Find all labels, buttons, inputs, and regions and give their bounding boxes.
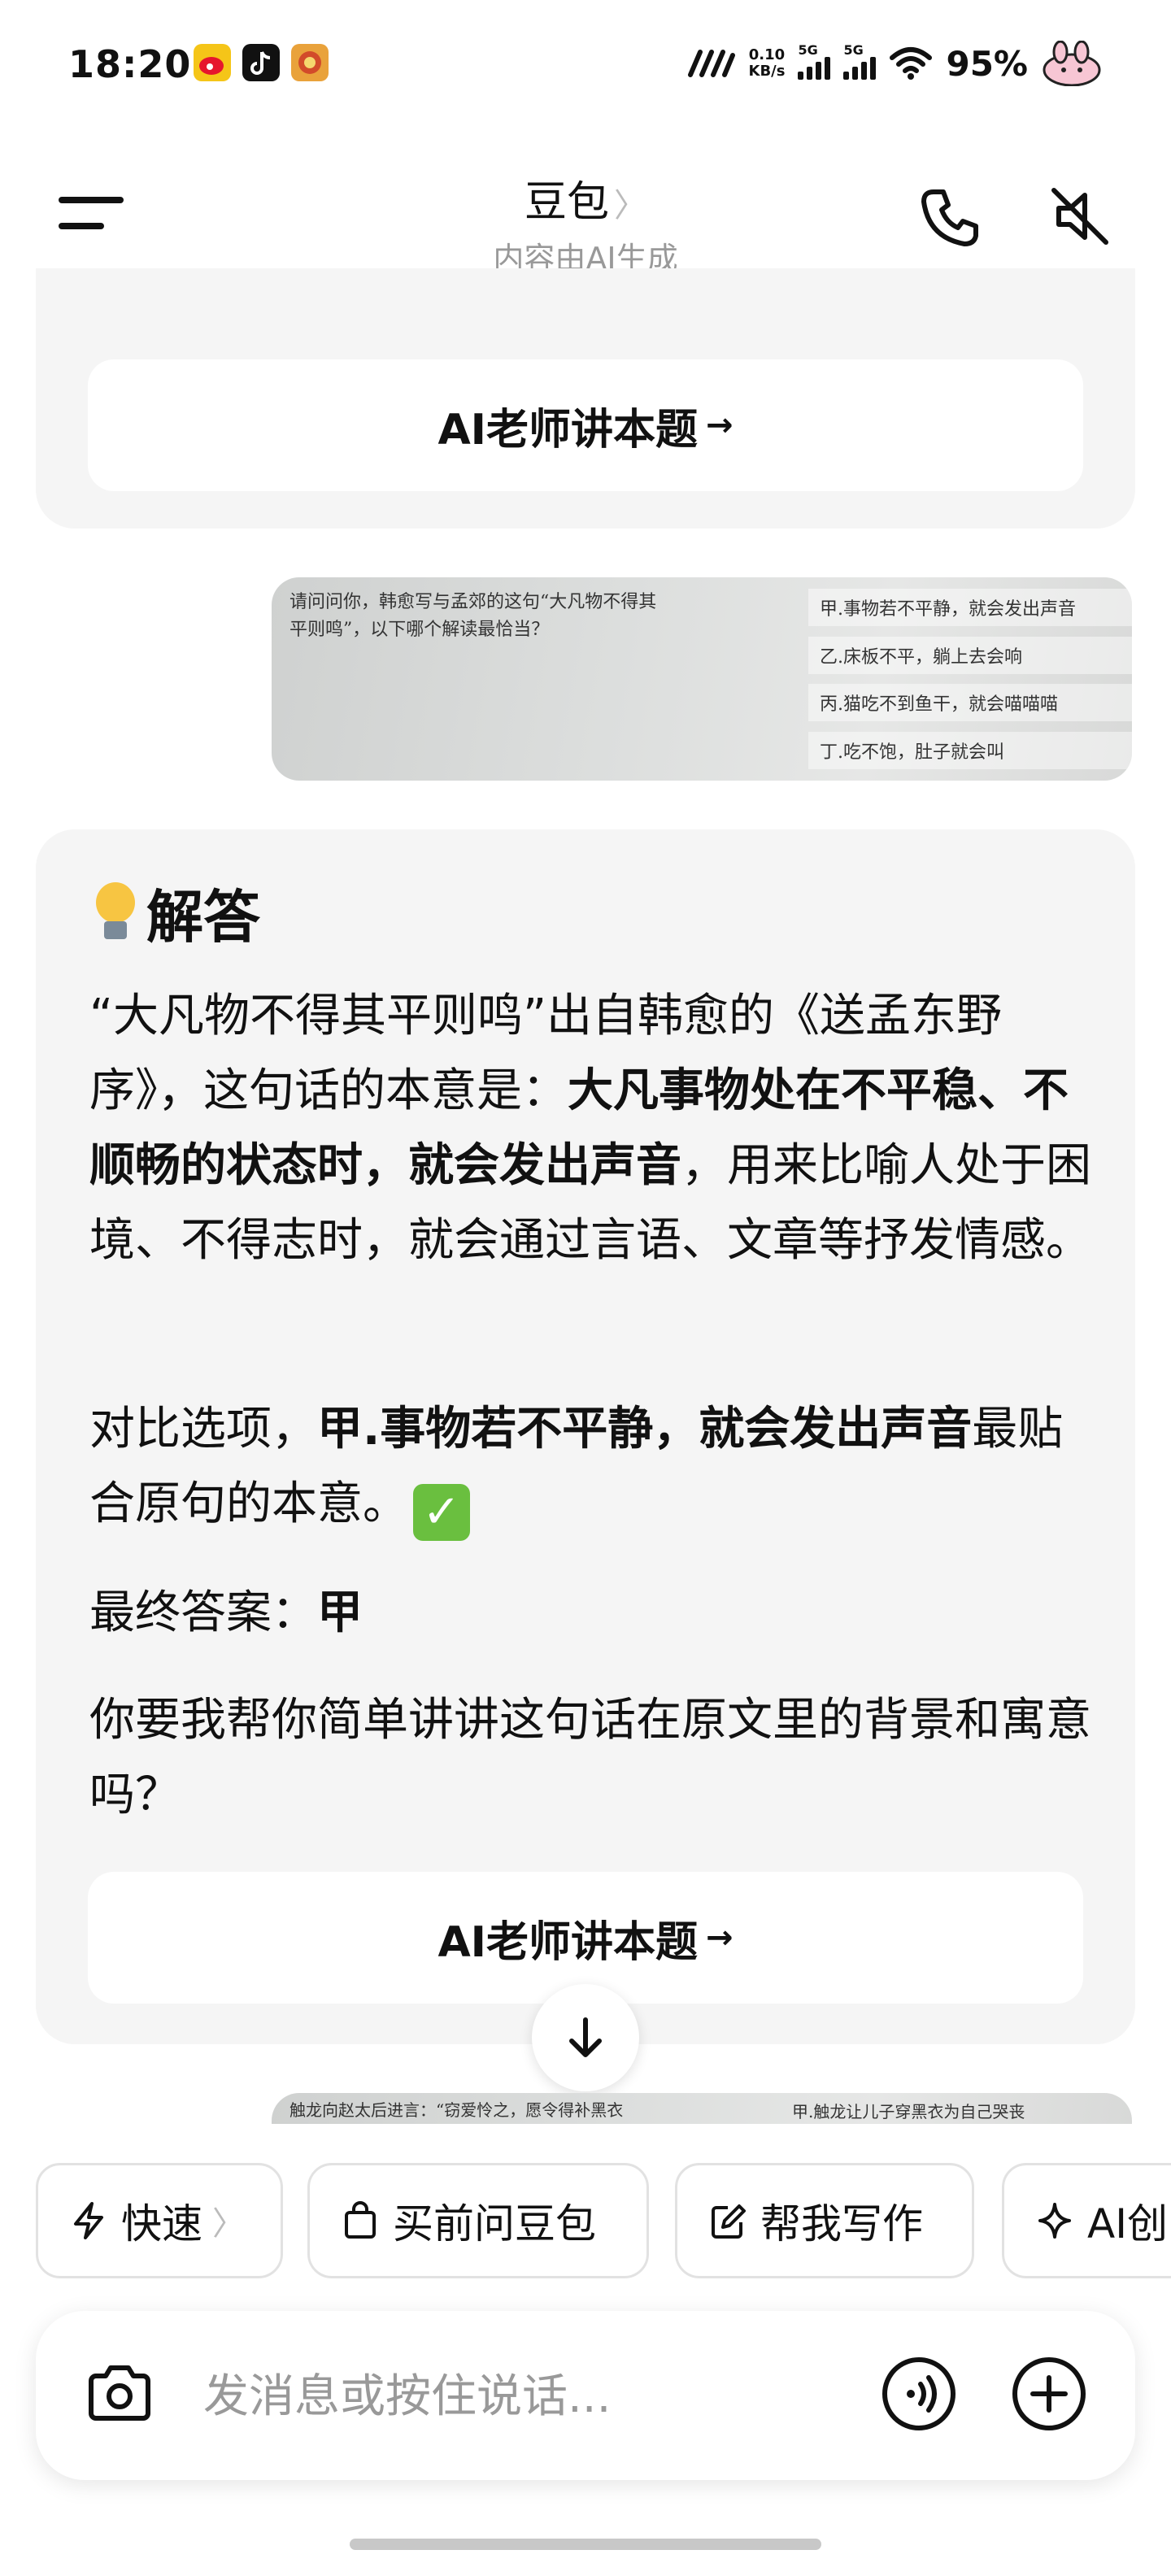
- status-time: 18:20: [68, 42, 192, 86]
- plus-icon[interactable]: [1008, 2353, 1090, 2435]
- shopping-bag-icon: [345, 2201, 376, 2239]
- ai-teacher-button[interactable]: AI老师讲本题 →: [88, 359, 1083, 491]
- home-indicator[interactable]: [350, 2539, 821, 2550]
- final-answer: 最终答案：甲: [89, 1586, 363, 1639]
- chip-ai-create[interactable]: AI创: [1002, 2163, 1171, 2278]
- answer-paragraph-1: “大凡物不得其平则鸣”出自韩愈的《送孟东野序》，这句话的本意是：大凡事物处在不平…: [89, 990, 1091, 1267]
- chip-help-me-write[interactable]: 帮我写作: [675, 2163, 974, 2278]
- answer-paragraph-2: 对比选项，甲.事物若不平静，就会发出声音最贴合原句的本意。 ✓: [89, 1392, 1098, 1542]
- user-image-message-next[interactable]: 触龙向赵太后进言：“窃爱怜之，愿令得补黑衣 甲.触龙让儿子穿黑衣为自己哭丧: [272, 2093, 1132, 2124]
- message-input[interactable]: 发消息或按住说话...: [203, 2360, 611, 2426]
- status-bar: 18:20 0.10 KB/s 5G 5G 95%: [0, 0, 1171, 122]
- image-option: 丁.吃不饱，肚子就会叫: [808, 731, 1132, 769]
- scroll-to-bottom-button[interactable]: [532, 1984, 639, 2091]
- network-speed: 0.10 KB/s: [748, 46, 786, 80]
- signal-sim1-icon: 5G: [798, 42, 831, 80]
- chip-fast-mode[interactable]: 快速〉: [36, 2163, 283, 2278]
- ai-message-card-previous: AI老师讲本题 →: [36, 268, 1135, 529]
- chip-ask-before-buy[interactable]: 买前问豆包: [307, 2163, 649, 2278]
- page-title[interactable]: 豆包〉: [0, 168, 1171, 228]
- image-option: 甲.事物若不平静，就会发出声音: [808, 589, 1132, 627]
- nfc-icon: [687, 50, 735, 77]
- battery-level: 95%: [946, 43, 1028, 84]
- edit-icon: [712, 2204, 746, 2239]
- ai-answer-card: 解答 “大凡物不得其平则鸣”出自韩愈的《送孟东野序》，这句话的本意是：大凡事物处…: [36, 829, 1135, 2044]
- avatar-bunny-icon: [1043, 41, 1101, 86]
- check-mark-icon: ✓: [413, 1484, 470, 1541]
- image-question-text: 请问问你，韩愈写与孟郊的这句“大凡物不得其 平则鸣”，以下哪个解读最恰当？: [289, 592, 657, 640]
- chat-title-block[interactable]: 豆包〉 内容由AI生成: [0, 168, 1171, 278]
- phone-call-icon[interactable]: [917, 185, 982, 250]
- wifi-icon: [890, 47, 933, 80]
- voice-call-icon[interactable]: [878, 2353, 960, 2435]
- image-option: 甲.触龙让儿子穿黑衣为自己哭丧: [792, 2102, 1025, 2121]
- user-image-message[interactable]: 请问问你，韩愈写与孟郊的这句“大凡物不得其 平则鸣”，以下哪个解读最恰当？ 甲.…: [272, 577, 1132, 781]
- image-options: 甲.事物若不平静，就会发出声音 乙.床板不平，躺上去会响 丙.猫吃不到鱼干，就会…: [800, 577, 1132, 781]
- game-icon: [291, 44, 329, 81]
- camera-icon[interactable]: [83, 2356, 156, 2430]
- title-chevron-icon: 〉: [614, 187, 646, 224]
- status-app-icons: [194, 44, 329, 81]
- answer-heading: 解答: [93, 872, 260, 954]
- quick-actions-bar: 快速〉 买前问豆包 帮我写作 AI创: [36, 2163, 1171, 2278]
- image-option: 丙.猫吃不到鱼干，就会喵喵喵: [808, 684, 1132, 722]
- status-right: 0.10 KB/s 5G 5G 95%: [687, 41, 1104, 86]
- message-input-bar: 发消息或按住说话...: [36, 2311, 1135, 2480]
- weibo-icon: [194, 44, 231, 81]
- speaker-mute-icon[interactable]: [1047, 184, 1112, 249]
- image-question-text: 触龙向赵太后进言：“窃爱怜之，愿令得补黑衣: [289, 2100, 624, 2120]
- arrow-down-icon: [569, 2017, 602, 2057]
- follow-up-question: 你要我帮你简单讲讲这句话在原文里的背景和寓意吗？: [89, 1694, 1091, 1821]
- tiktok-icon: [242, 44, 280, 81]
- sparkle-icon: [1038, 2203, 1071, 2239]
- signal-sim2-icon: 5G: [843, 42, 877, 80]
- lightbulb-icon: [93, 881, 138, 946]
- lightning-icon: [74, 2202, 103, 2239]
- image-option: 乙.床板不平，躺上去会响: [808, 636, 1132, 674]
